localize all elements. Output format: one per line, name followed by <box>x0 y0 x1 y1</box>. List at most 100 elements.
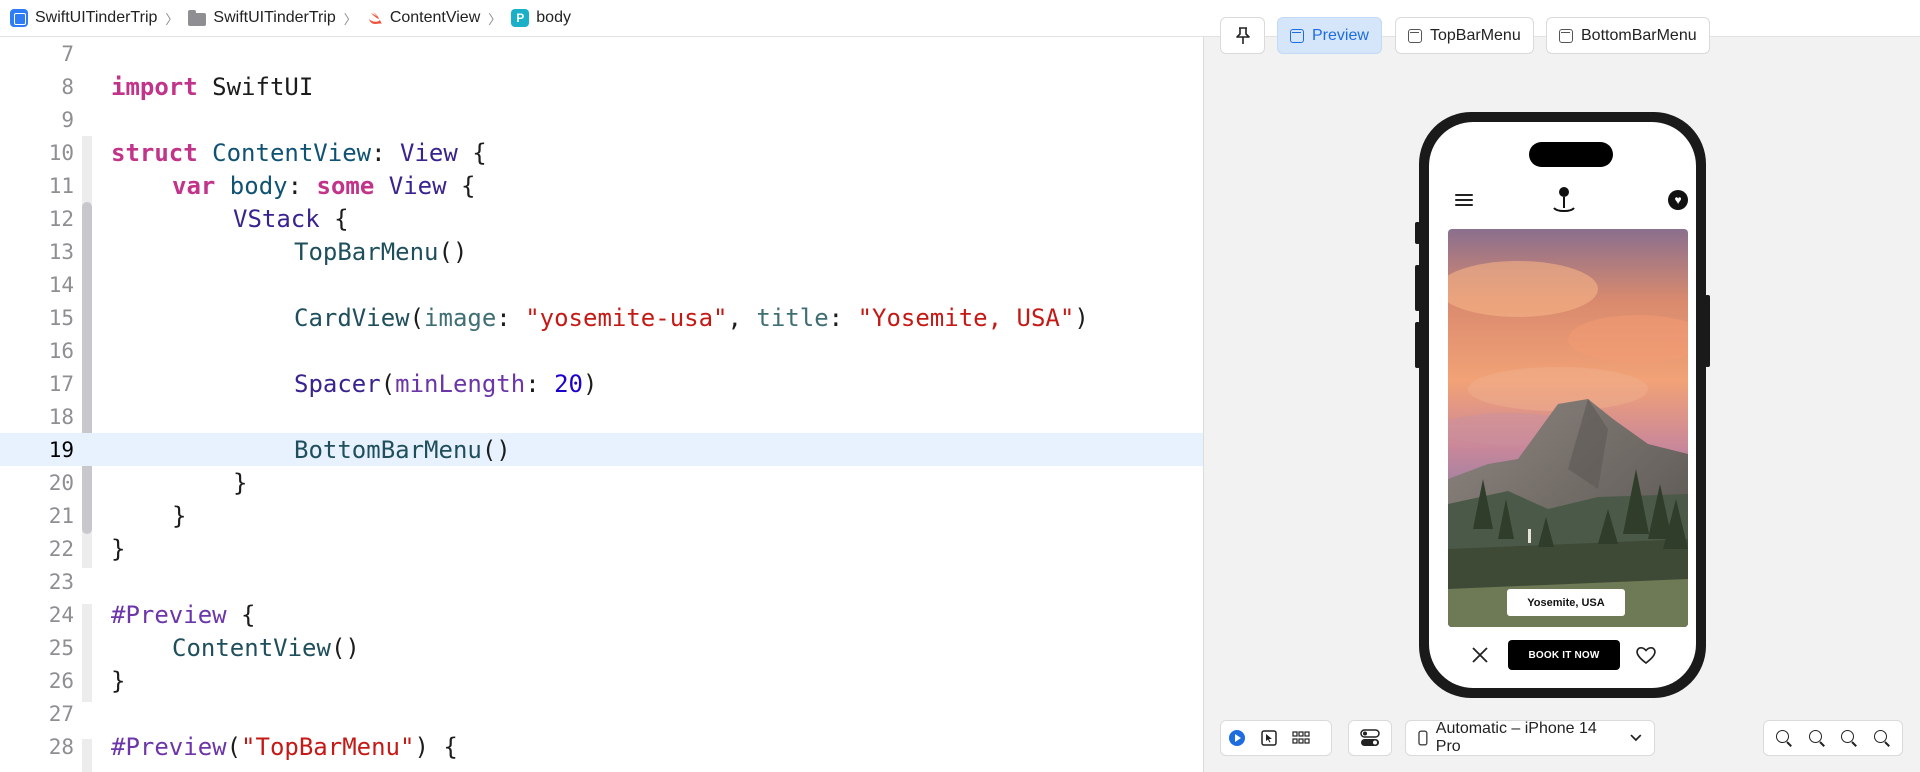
breadcrumb-label: SwiftUITinderTrip <box>213 9 336 26</box>
phone-screen[interactable]: ♥ Yosemite, USA BOOK IT NOW <box>1429 122 1696 688</box>
code-text: } <box>233 468 248 497</box>
zoom-fit-button[interactable] <box>1801 722 1833 754</box>
line-number: 12 <box>48 206 74 231</box>
tab-topbarmenu[interactable]: TopBarMenu <box>1395 17 1534 54</box>
code-line[interactable]: 25 ContentView() <box>0 631 1203 664</box>
line-number: 18 <box>48 404 74 429</box>
property-icon: P <box>511 9 530 27</box>
breadcrumb-item-folder[interactable]: SwiftUITinderTrip <box>188 9 336 27</box>
book-it-now-button[interactable]: BOOK IT NOW <box>1508 640 1620 670</box>
code-line[interactable]: 8 import SwiftUI <box>0 70 1203 103</box>
code-line[interactable]: 10 struct ContentView: View { <box>0 136 1203 169</box>
variants-button[interactable] <box>1285 722 1317 754</box>
code-line[interactable]: 18 <box>0 400 1203 433</box>
breadcrumb-item-file[interactable]: ContentView <box>367 9 480 27</box>
line-number: 19 <box>48 437 74 462</box>
preview-icon <box>1408 28 1422 43</box>
preview-icon <box>1559 28 1573 43</box>
line-number: 27 <box>48 701 74 726</box>
line-number: 16 <box>48 338 74 363</box>
zoom-100-button[interactable] <box>1833 722 1865 754</box>
line-number: 24 <box>48 602 74 627</box>
line-number: 22 <box>48 536 74 561</box>
code-line-current[interactable]: 19 BottomBarMenu() <box>0 433 1203 466</box>
breadcrumb-item-project[interactable]: SwiftUITinderTrip <box>10 9 157 27</box>
line-number: 7 <box>61 41 74 66</box>
iphone-icon <box>1418 730 1428 746</box>
tab-preview[interactable]: Preview <box>1277 17 1382 54</box>
card-image: Yosemite, USA <box>1448 229 1688 627</box>
line-number: 8 <box>61 74 74 99</box>
line-number: 9 <box>61 107 74 132</box>
code-line[interactable]: 24 #Preview { <box>0 598 1203 631</box>
hamburger-menu-icon[interactable] <box>1455 194 1473 206</box>
tab-label: TopBarMenu <box>1430 26 1521 44</box>
line-number: 17 <box>48 371 74 396</box>
code-line[interactable]: 12 VStack { <box>0 202 1203 235</box>
live-mode-button[interactable] <box>1221 722 1253 754</box>
heart-outline-icon[interactable] <box>1635 644 1657 666</box>
card-title-label: Yosemite, USA <box>1507 589 1625 616</box>
tab-label: BottomBarMenu <box>1581 26 1697 44</box>
code-line[interactable]: 14 <box>0 268 1203 301</box>
code-text: ContentView() <box>172 633 360 662</box>
code-line[interactable]: 13 TopBarMenu() <box>0 235 1203 268</box>
code-line[interactable]: 28 #Preview("TopBarMenu") { <box>0 730 1203 763</box>
line-number: 11 <box>48 173 74 198</box>
breadcrumb-separator: 〉 <box>343 11 357 27</box>
breadcrumb-item-symbol[interactable]: P body <box>511 9 571 27</box>
code-text: } <box>172 501 187 530</box>
code-line[interactable]: 26 } <box>0 664 1203 697</box>
dynamic-island <box>1529 142 1613 167</box>
code-line[interactable]: 15 CardView(image: "yosemite-usa", title… <box>0 301 1203 334</box>
code-line[interactable]: 20 } <box>0 466 1203 499</box>
folder-icon <box>188 9 207 26</box>
line-number: 21 <box>48 503 74 528</box>
map-pin-icon[interactable] <box>1551 186 1577 214</box>
code-text: import SwiftUI <box>111 72 314 101</box>
zoom-fit-icon <box>1808 730 1825 746</box>
breadcrumb-separator: 〉 <box>165 11 179 27</box>
code-line[interactable]: 21 } <box>0 499 1203 532</box>
selectable-mode-button[interactable] <box>1253 722 1285 754</box>
zoom-in-button[interactable] <box>1866 722 1898 754</box>
preview-mode-group <box>1220 720 1332 756</box>
breadcrumb-label: body <box>536 9 571 26</box>
cursor-select-icon <box>1261 730 1277 746</box>
preview-icon <box>1290 28 1304 43</box>
code-text: BottomBarMenu() <box>294 435 511 464</box>
zoom-out-button[interactable] <box>1768 722 1800 754</box>
favorites-heart-icon[interactable]: ♥ <box>1668 190 1688 210</box>
line-number: 25 <box>48 635 74 660</box>
code-line[interactable]: 7 <box>0 37 1203 70</box>
code-line[interactable]: 22 } <box>0 532 1203 565</box>
line-number: 20 <box>48 470 74 495</box>
code-line[interactable]: 23 <box>0 565 1203 598</box>
device-selector[interactable]: Automatic – iPhone 14 Pro <box>1405 720 1655 756</box>
code-line[interactable]: 9 <box>0 103 1203 136</box>
zoom-controls <box>1763 720 1903 756</box>
dismiss-x-icon[interactable] <box>1471 646 1489 664</box>
code-text: struct ContentView: View { <box>111 138 487 167</box>
code-editor[interactable]: 7 8 import SwiftUI 9 10 struct ContentVi… <box>0 37 1203 772</box>
zoom-100-icon <box>1841 730 1857 746</box>
code-line[interactable]: 17 Spacer(minLength: 20) <box>0 367 1203 400</box>
code-line[interactable]: 16 <box>0 334 1203 367</box>
code-line[interactable]: 27 <box>0 697 1203 730</box>
tab-bottombarmenu[interactable]: BottomBarMenu <box>1546 17 1710 54</box>
code-text: VStack { <box>233 204 349 233</box>
tab-label: Preview <box>1312 26 1369 44</box>
code-text: TopBarMenu() <box>294 237 468 266</box>
toggle-settings-icon <box>1360 729 1380 746</box>
code-text: Spacer(minLength: 20) <box>294 369 598 398</box>
line-number: 28 <box>48 734 74 759</box>
code-text: } <box>111 666 126 695</box>
device-label: Automatic – iPhone 14 Pro <box>1435 720 1597 755</box>
canvas-settings-button[interactable] <box>1348 720 1392 756</box>
code-line[interactable]: 11 var body: some View { <box>0 169 1203 202</box>
code-text: CardView(image: "yosemite-usa", title: "… <box>294 303 1089 332</box>
line-number: 23 <box>48 569 74 594</box>
pin-preview-button[interactable] <box>1220 17 1265 54</box>
zoom-in-icon <box>1873 730 1890 746</box>
line-number: 26 <box>48 668 74 693</box>
